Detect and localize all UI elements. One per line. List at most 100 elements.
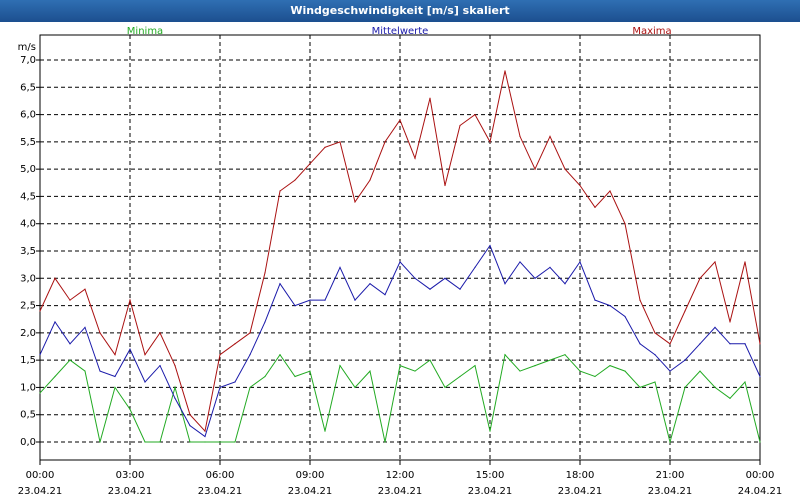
data-point-minima xyxy=(759,441,761,443)
data-point-mittelwerte xyxy=(444,277,446,279)
data-point-minima xyxy=(294,375,296,378)
data-point-maxima xyxy=(669,343,671,345)
data-point-minima xyxy=(489,430,491,432)
y-tick-label: 3,5 xyxy=(20,246,36,257)
data-point-mittelwerte xyxy=(699,343,701,345)
data-point-minima xyxy=(429,359,431,361)
data-point-maxima xyxy=(309,163,311,165)
data-point-mittelwerte xyxy=(534,277,536,279)
data-point-mittelwerte xyxy=(249,354,251,356)
data-point-mittelwerte xyxy=(264,321,266,323)
legend-maxima: Maxima xyxy=(632,26,671,37)
data-point-mittelwerte xyxy=(579,261,581,263)
data-point-mittelwerte xyxy=(39,354,41,356)
data-point-mittelwerte xyxy=(399,261,401,263)
data-point-mittelwerte xyxy=(54,321,56,323)
data-point-mittelwerte xyxy=(84,326,86,328)
x-tick-time: 00:00 xyxy=(746,470,775,481)
data-point-maxima xyxy=(324,146,326,148)
data-point-mittelwerte xyxy=(639,343,641,345)
data-point-mittelwerte xyxy=(309,299,311,301)
data-point-minima xyxy=(384,441,386,443)
data-point-maxima xyxy=(369,179,371,181)
data-point-mittelwerte xyxy=(324,299,326,301)
data-point-minima xyxy=(174,386,176,389)
chart-window: Windgeschwindigkeit [m/s] skaliert 0,0 0,… xyxy=(0,0,800,500)
data-point-mittelwerte xyxy=(669,370,671,372)
data-point-mittelwerte xyxy=(279,283,281,285)
data-point-mittelwerte xyxy=(174,397,176,399)
data-point-minima xyxy=(474,365,476,367)
data-point-maxima xyxy=(519,135,521,137)
data-point-mittelwerte xyxy=(744,343,746,345)
data-point-maxima xyxy=(414,157,416,159)
legend-minima: Minima xyxy=(127,26,163,37)
data-point-maxima xyxy=(759,343,761,345)
data-point-minima xyxy=(744,381,746,383)
data-point-maxima xyxy=(684,310,686,312)
data-point-minima xyxy=(339,365,341,367)
data-point-maxima xyxy=(234,343,236,345)
data-point-maxima xyxy=(609,190,611,192)
x-tick-date: 23.04.21 xyxy=(378,486,423,497)
data-point-minima xyxy=(519,370,521,372)
data-point-maxima xyxy=(204,430,206,432)
data-point-maxima xyxy=(339,141,341,143)
data-point-maxima xyxy=(489,141,491,143)
x-tick-time: 00:00 xyxy=(26,470,55,481)
data-point-maxima xyxy=(264,272,266,274)
data-point-mittelwerte xyxy=(759,375,761,378)
data-point-minima xyxy=(594,375,596,378)
data-point-maxima xyxy=(114,354,116,356)
y-tick-label: 6,5 xyxy=(20,82,36,93)
legend-mittelwerte: Mittelwerte xyxy=(372,26,429,37)
data-point-minima xyxy=(39,392,41,394)
x-tick-date: 23.04.21 xyxy=(198,486,243,497)
data-point-minima xyxy=(279,354,281,356)
data-point-mittelwerte xyxy=(369,283,371,285)
data-point-mittelwerte xyxy=(159,365,161,367)
data-point-maxima xyxy=(474,113,476,116)
data-point-minima xyxy=(249,386,251,389)
data-point-maxima xyxy=(174,365,176,367)
data-point-minima xyxy=(399,365,401,367)
y-tick-label: 5,5 xyxy=(20,137,36,148)
data-point-mittelwerte xyxy=(354,299,356,301)
data-point-mittelwerte xyxy=(459,288,461,290)
data-point-mittelwerte xyxy=(144,381,146,383)
x-tick-date: 23.04.21 xyxy=(648,486,693,497)
data-point-maxima xyxy=(714,261,716,263)
data-point-mittelwerte xyxy=(654,354,656,356)
data-point-maxima xyxy=(429,97,431,99)
data-point-maxima xyxy=(459,124,461,127)
data-point-mittelwerte xyxy=(414,277,416,279)
data-point-minima xyxy=(264,375,266,378)
x-tick-date: 23.04.21 xyxy=(468,486,513,497)
chart-canvas: 0,0 0,5 1,0 1,5 2,0 2,5 3,0 3,5 4,0 4,5 5,0 5,5 6,0 6… xyxy=(18,26,783,497)
data-point-minima xyxy=(324,430,326,432)
data-point-maxima xyxy=(639,299,641,301)
y-axis-unit: m/s xyxy=(18,42,36,53)
data-point-maxima xyxy=(69,299,71,301)
y-tick-label: 1,5 xyxy=(20,355,36,366)
y-tick-label: 3,0 xyxy=(20,273,36,284)
data-point-maxima xyxy=(129,299,131,301)
data-point-mittelwerte xyxy=(99,370,101,372)
data-point-minima xyxy=(369,370,371,372)
data-point-mittelwerte xyxy=(609,304,611,307)
data-point-minima xyxy=(624,370,626,372)
data-point-maxima xyxy=(294,179,296,181)
data-point-maxima xyxy=(744,261,746,263)
data-point-mittelwerte xyxy=(714,326,716,328)
data-point-mittelwerte xyxy=(684,359,686,361)
data-point-mittelwerte xyxy=(594,299,596,301)
x-tick-time: 12:00 xyxy=(386,470,415,481)
data-point-minima xyxy=(189,441,191,443)
data-point-maxima xyxy=(249,332,251,334)
data-point-maxima xyxy=(84,288,86,290)
data-point-maxima xyxy=(384,141,386,143)
data-point-maxima xyxy=(699,277,701,279)
data-point-maxima xyxy=(159,332,161,334)
data-point-minima xyxy=(114,386,116,389)
data-point-minima xyxy=(684,386,686,389)
